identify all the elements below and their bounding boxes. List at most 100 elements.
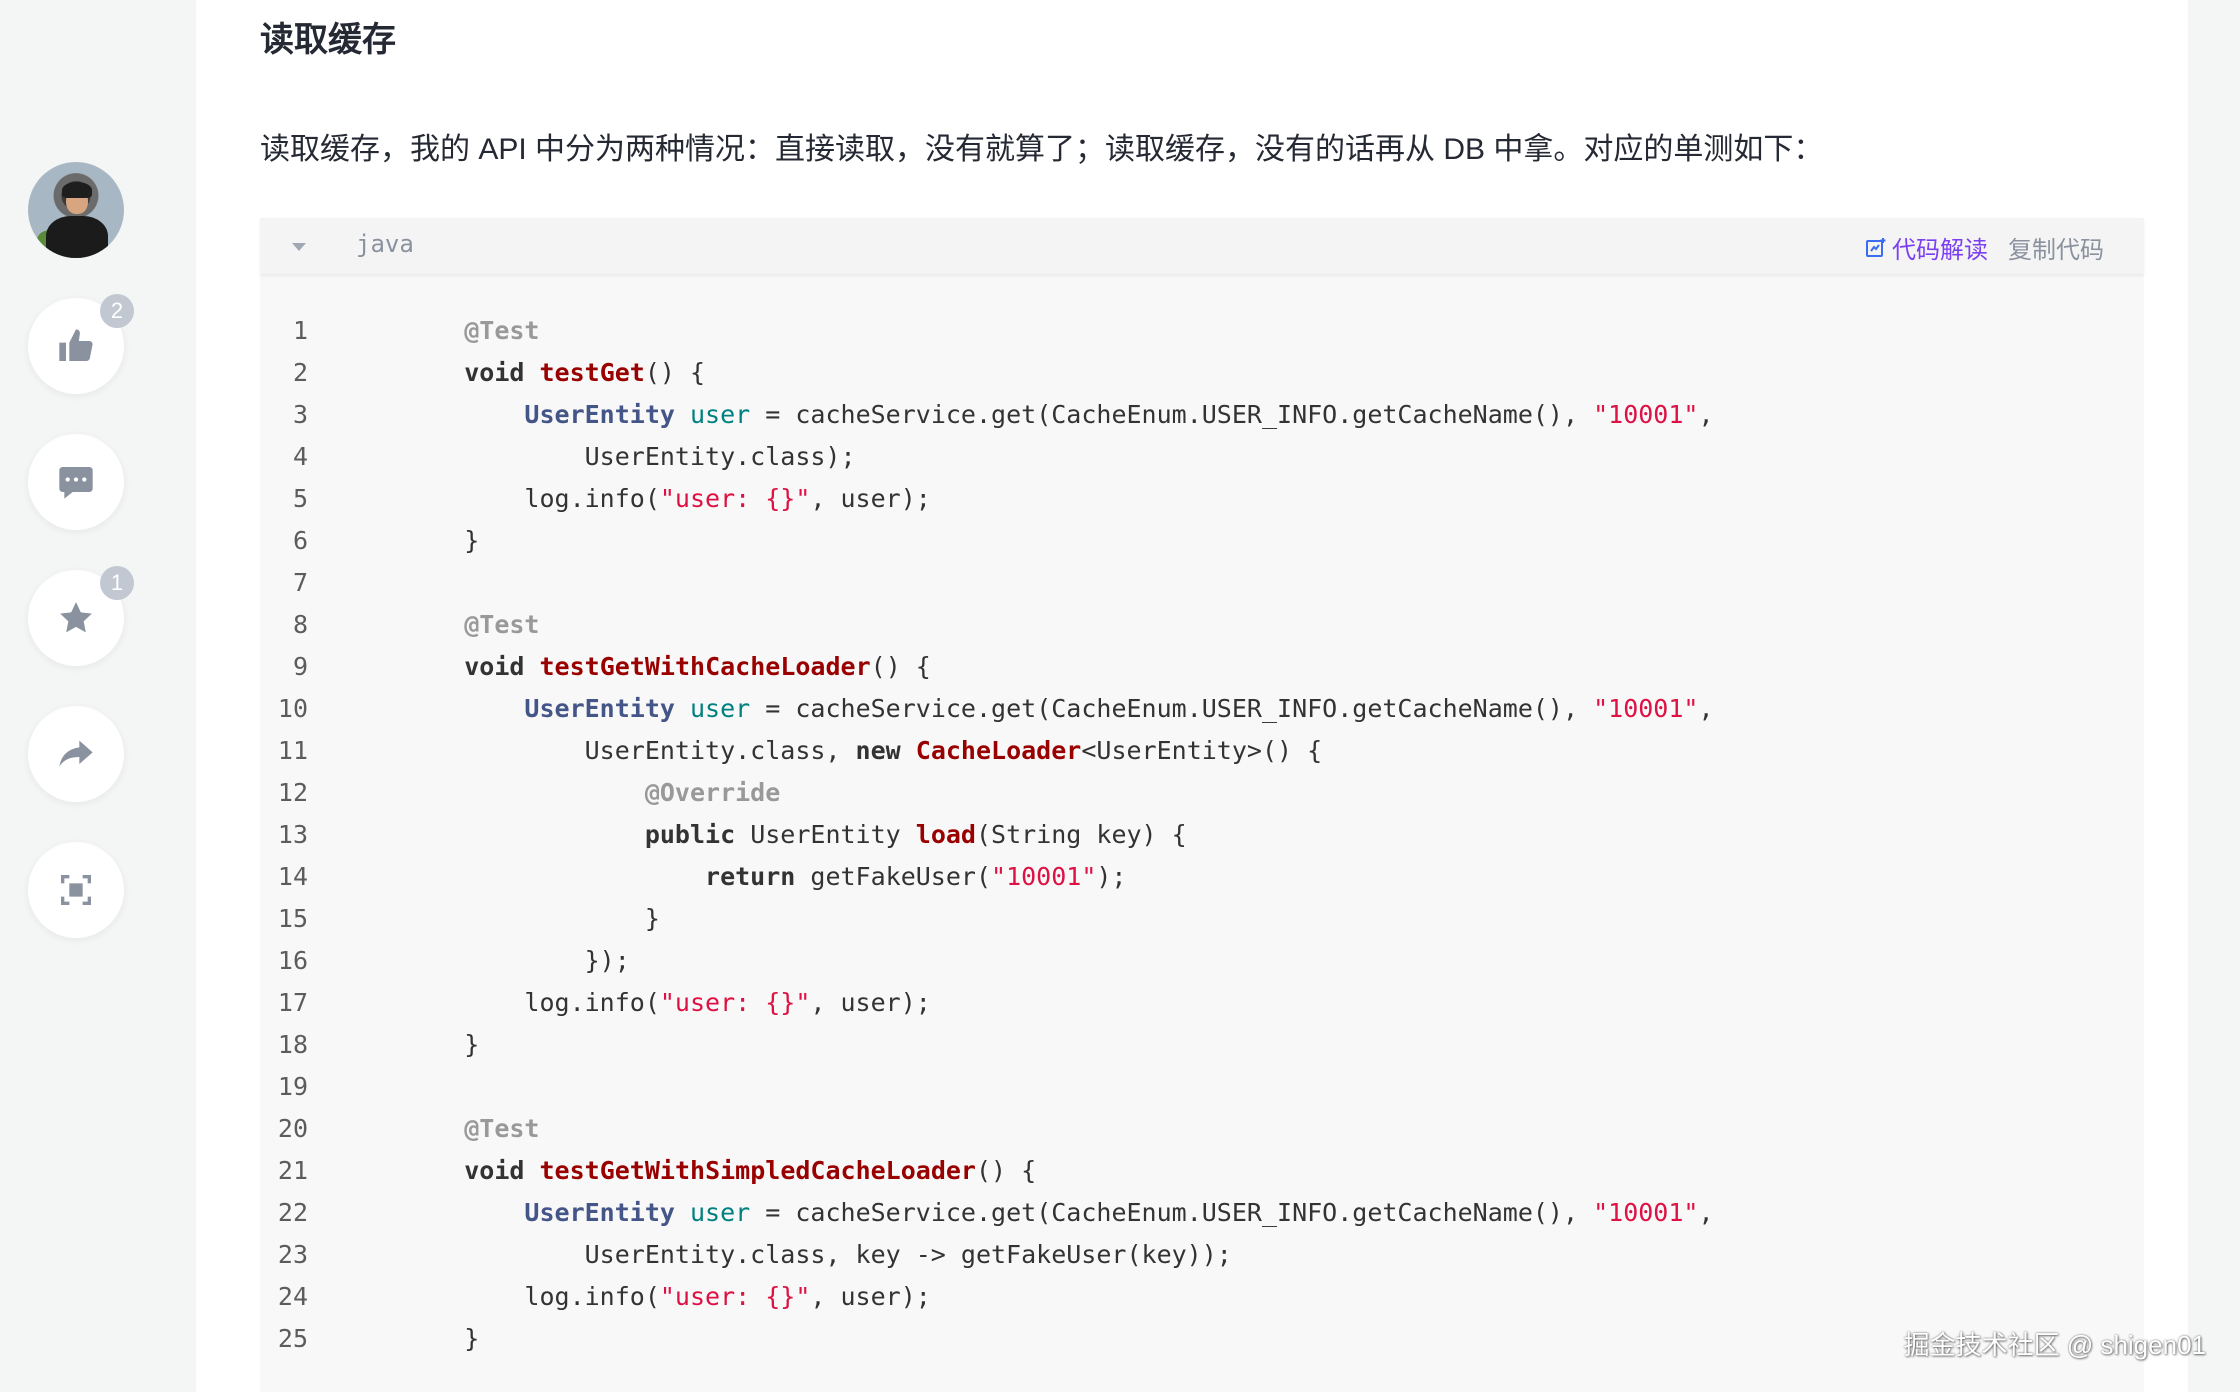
code-token: , user); <box>810 484 931 513</box>
code-text: @Test <box>404 310 539 352</box>
code-line: 20 @Test <box>260 1108 2144 1150</box>
code-text: } <box>404 898 660 940</box>
code-token: , <box>1698 400 1714 429</box>
code-explain-label: 代码解读 <box>1892 237 1988 264</box>
code-token: } <box>404 1324 480 1353</box>
author-avatar[interactable] <box>28 162 124 258</box>
article-content: 读取缓存 读取缓存，我的 API 中分为两种情况：直接读取，没有就算了；读取缓存… <box>196 0 2188 1392</box>
code-line: 22 UserEntity user = cacheService.get(Ca… <box>260 1192 2144 1234</box>
section-paragraph: 读取缓存，我的 API 中分为两种情况：直接读取，没有就算了；读取缓存，没有的话… <box>260 133 1824 166</box>
ai-explain-icon <box>1866 237 1886 257</box>
code-token: (String key) { <box>975 820 1187 849</box>
code-token: getFakeUser( <box>795 862 992 891</box>
code-line: 15 } <box>260 898 2144 940</box>
code-token: "user: {}" <box>659 1282 811 1311</box>
code-text: public UserEntity load(String key) { <box>404 814 1187 856</box>
code-text: log.info("user: {}", user); <box>404 478 931 520</box>
code-token: load <box>915 820 976 849</box>
code-line: 16 }); <box>260 940 2144 982</box>
line-number: 22 <box>277 1198 308 1227</box>
copy-code-button[interactable]: 复制代码 <box>2008 230 2104 265</box>
code-line: 24 log.info("user: {}", user); <box>260 1276 2144 1318</box>
code-actions: 代码解读 复制代码 <box>1864 230 2104 265</box>
code-token: testGet <box>539 358 645 387</box>
line-number: 7 <box>292 568 308 597</box>
code-token: , <box>1698 694 1714 723</box>
code-token: UserEntity.class, key -> getFakeUser(key… <box>404 1240 1232 1269</box>
line-number: 14 <box>277 862 308 891</box>
code-token: , user); <box>810 988 931 1017</box>
code-token: } <box>404 526 480 555</box>
line-number: 13 <box>277 820 308 849</box>
code-token: @Override <box>644 778 781 807</box>
code-text: void testGetWithCacheLoader() { <box>404 646 931 688</box>
code-token: = cacheService.get(CacheEnum.USER_INFO.g… <box>750 400 1594 429</box>
line-number: 8 <box>292 610 308 639</box>
line-number: 6 <box>292 526 308 555</box>
like-count-badge: 2 <box>100 294 134 328</box>
code-token: @Test <box>464 1114 540 1143</box>
comment-icon <box>59 467 93 499</box>
code-text: UserEntity.class, new CacheLoader<UserEn… <box>404 730 1323 772</box>
code-token: "10001" <box>991 862 1097 891</box>
code-token: void <box>464 1156 525 1185</box>
code-line: 7 <box>260 562 2144 604</box>
line-number: 10 <box>277 694 308 723</box>
code-text: return getFakeUser("10001"); <box>404 856 1126 898</box>
line-number: 9 <box>292 652 308 681</box>
code-token: "user: {}" <box>659 484 811 513</box>
line-number: 3 <box>292 400 308 429</box>
section-heading: 读取缓存 <box>260 21 396 59</box>
star-icon <box>60 602 92 633</box>
code-token: UserEntity <box>524 694 675 723</box>
code-body: 1 @Test 2 void testGet() {3 UserEntity us… <box>260 310 2144 1360</box>
code-token: testGetWithSimpledCacheLoader <box>539 1156 977 1185</box>
code-line: 13 public UserEntity load(String key) { <box>260 814 2144 856</box>
line-number: 11 <box>277 736 308 765</box>
code-token: , <box>1698 1198 1714 1227</box>
code-token: = cacheService.get(CacheEnum.USER_INFO.g… <box>750 1198 1594 1227</box>
code-token: log.info( <box>404 1282 660 1311</box>
caret-down-icon <box>292 243 306 251</box>
code-line: 25 } <box>260 1318 2144 1360</box>
line-number: 4 <box>292 442 308 471</box>
line-number: 18 <box>277 1030 308 1059</box>
collapse-toggle[interactable] <box>290 238 308 254</box>
code-line: 6 } <box>260 520 2144 562</box>
code-text: log.info("user: {}", user); <box>404 1276 930 1318</box>
code-text: @Test <box>404 1108 539 1150</box>
like-button[interactable]: 2 <box>28 294 134 394</box>
code-line: 19 <box>260 1066 2144 1108</box>
line-number: 1 <box>292 316 308 345</box>
line-number: 19 <box>277 1072 308 1101</box>
code-explain-button[interactable]: 代码解读 <box>1864 230 1988 265</box>
article-action-rail: 2 1 <box>0 0 196 1392</box>
line-number: 2 <box>292 358 308 387</box>
code-text: void testGet() { <box>404 352 705 394</box>
code-line: 5 log.info("user: {}", user); <box>260 478 2144 520</box>
fullscreen-button[interactable] <box>28 842 124 938</box>
code-token: log.info( <box>404 484 660 513</box>
share-button[interactable] <box>28 706 124 802</box>
line-number: 24 <box>277 1282 308 1311</box>
code-text: } <box>404 1024 479 1066</box>
code-token: () { <box>870 652 931 681</box>
line-number: 15 <box>277 904 308 933</box>
code-text: }); <box>404 940 630 982</box>
code-token: UserEntity <box>524 400 675 429</box>
code-token: void <box>464 652 525 681</box>
code-token: }); <box>404 946 630 975</box>
code-token: = cacheService.get(CacheEnum.USER_INFO.g… <box>750 694 1594 723</box>
collect-button[interactable]: 1 <box>28 566 134 666</box>
code-token: ); <box>1096 862 1127 891</box>
comment-button[interactable] <box>28 434 124 530</box>
